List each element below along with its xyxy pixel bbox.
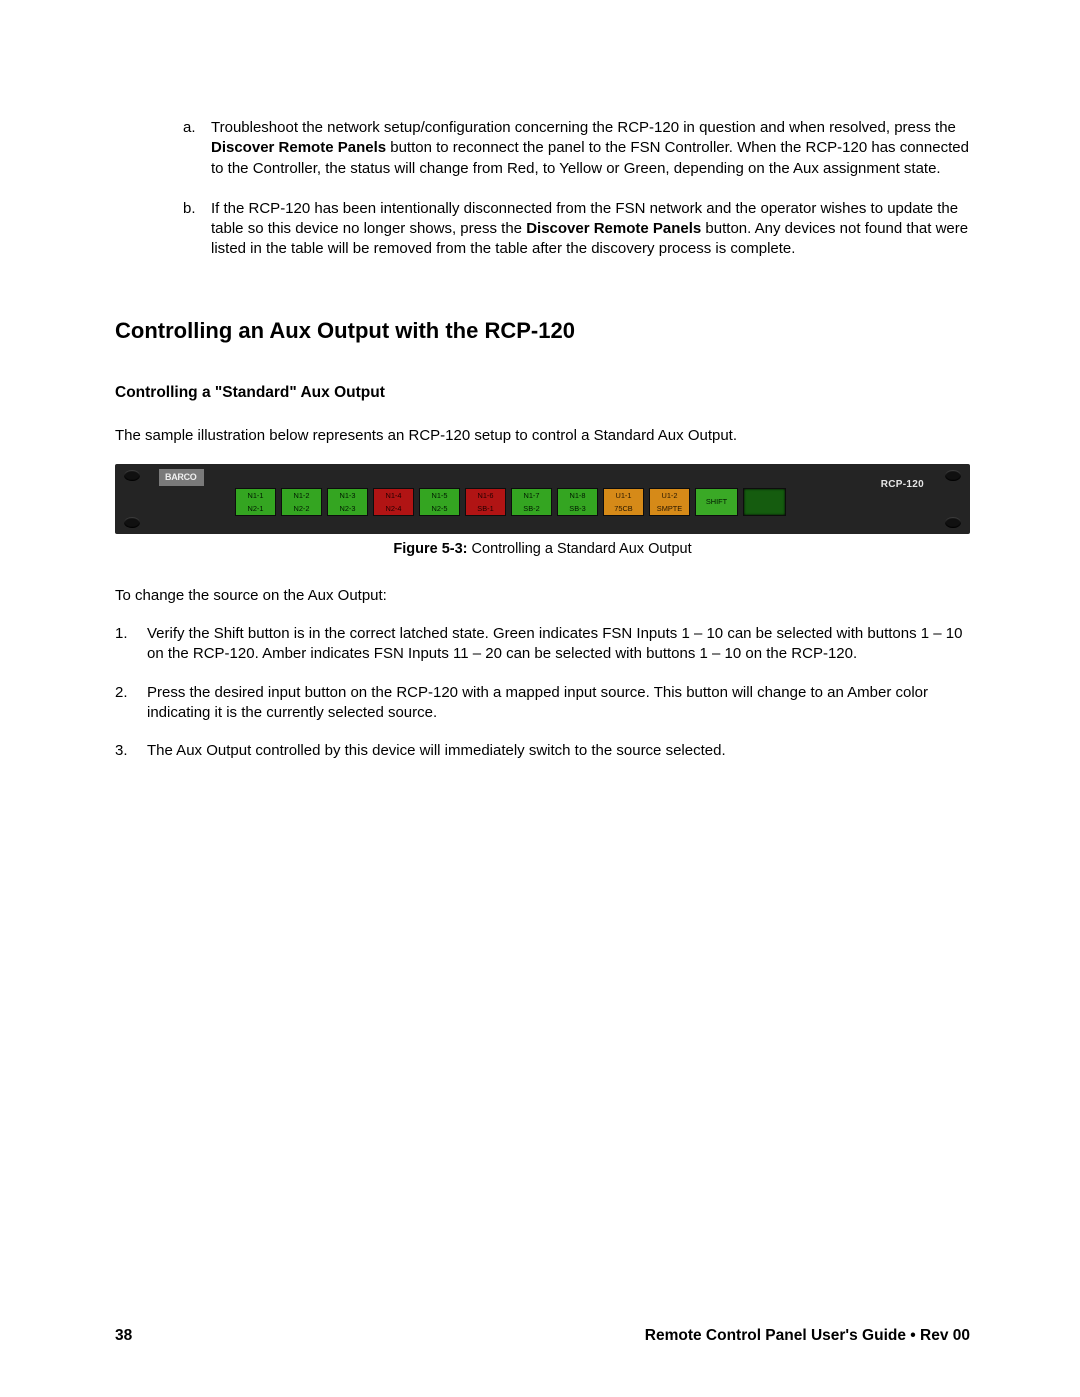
- list-item-b: b. If the RCP-120 has been intentionally…: [183, 199, 970, 260]
- figure-panel: BARCO RCP-120 N1-1N2-1N1-2N2-2N1-3N2-3N1…: [115, 464, 970, 534]
- list-item-a: a. Troubleshoot the network setup/config…: [183, 118, 970, 179]
- heading-main: Controlling an Aux Output with the RCP-1…: [115, 316, 970, 346]
- figure-label: Figure 5-3:: [393, 541, 467, 557]
- step-text: Verify the Shift button is in the correc…: [147, 624, 970, 665]
- button-bottom-label: N2-2: [282, 502, 321, 515]
- lettered-list: a. Troubleshoot the network setup/config…: [115, 118, 970, 260]
- button-top-label: N1-3: [328, 489, 367, 502]
- button-top-label: U1-1: [604, 489, 643, 502]
- numbered-steps: 1.Verify the Shift button is in the corr…: [115, 624, 970, 761]
- figure-text: Controlling a Standard Aux Output: [468, 541, 692, 557]
- button-top-label: N1-8: [558, 489, 597, 502]
- model-label: RCP-120: [881, 478, 924, 492]
- button-bottom-label: SB-3: [558, 502, 597, 515]
- button-row: N1-1N2-1N1-2N2-2N1-3N2-3N1-4N2-4N1-5N2-5…: [235, 488, 786, 516]
- panel-button: N1-1N2-1: [235, 488, 276, 516]
- bold-run: Discover Remote Panels: [526, 220, 701, 237]
- text-run: Troubleshoot the network setup/configura…: [211, 119, 956, 136]
- button-bottom-label: N2-5: [420, 502, 459, 515]
- button-bottom-label: N2-3: [328, 502, 367, 515]
- bold-run: Discover Remote Panels: [211, 139, 386, 156]
- list-marker: b.: [183, 199, 205, 260]
- rack-screw-icon: [945, 517, 961, 528]
- button-top-label: N1-5: [420, 489, 459, 502]
- rack-screw-icon: [945, 470, 961, 481]
- page-number: 38: [115, 1326, 132, 1347]
- rack-screw-icon: [124, 470, 140, 481]
- panel-button: N1-5N2-5: [419, 488, 460, 516]
- button-top-label: N1-4: [374, 489, 413, 502]
- panel-button: N1-8SB-3: [557, 488, 598, 516]
- panel-button: N1-2N2-2: [281, 488, 322, 516]
- panel-button: U1-2SMPTE: [649, 488, 690, 516]
- button-bottom-label: N2-1: [236, 502, 275, 515]
- panel-button: N1-3N2-3: [327, 488, 368, 516]
- panel-button: N1-7SB-2: [511, 488, 552, 516]
- button-top-label: N1-7: [512, 489, 551, 502]
- step-marker: 2.: [115, 683, 139, 724]
- figure-caption: Figure 5-3: Controlling a Standard Aux O…: [115, 540, 970, 560]
- blank-button: [743, 488, 786, 516]
- list-text: Troubleshoot the network setup/configura…: [211, 118, 970, 179]
- list-marker: a.: [183, 118, 205, 179]
- rcp-120-panel: BARCO RCP-120 N1-1N2-1N1-2N2-2N1-3N2-3N1…: [115, 464, 970, 534]
- step-item: 2.Press the desired input button on the …: [115, 683, 970, 724]
- button-bottom-label: N2-4: [374, 502, 413, 515]
- button-bottom-label: 75CB: [604, 502, 643, 515]
- page-footer: 38 Remote Control Panel User's Guide • R…: [115, 1326, 970, 1347]
- heading-sub: Controlling a "Standard" Aux Output: [115, 383, 970, 404]
- panel-button: N1-6SB-1: [465, 488, 506, 516]
- panel-button: N1-4N2-4: [373, 488, 414, 516]
- step-item: 3. The Aux Output controlled by this devi…: [115, 741, 970, 761]
- rack-screw-icon: [124, 517, 140, 528]
- button-top-label: N1-2: [282, 489, 321, 502]
- step-text: Press the desired input button on the RC…: [147, 683, 970, 724]
- step-marker: 3.: [115, 741, 139, 761]
- lead-in-paragraph: To change the source on the Aux Output:: [115, 586, 970, 606]
- step-text: The Aux Output controlled by this device…: [147, 741, 726, 761]
- button-top-label: N1-1: [236, 489, 275, 502]
- footer-title: Remote Control Panel User's Guide • Rev …: [645, 1326, 970, 1347]
- shift-button: SHIFT: [695, 488, 738, 516]
- brand-logo: BARCO: [159, 469, 204, 485]
- button-bottom-label: SMPTE: [650, 502, 689, 515]
- document-page: a. Troubleshoot the network setup/config…: [0, 0, 1080, 1397]
- intro-paragraph: The sample illustration below represents…: [115, 426, 970, 446]
- step-item: 1.Verify the Shift button is in the corr…: [115, 624, 970, 665]
- button-top-label: N1-6: [466, 489, 505, 502]
- button-bottom-label: SB-2: [512, 502, 551, 515]
- step-marker: 1.: [115, 624, 139, 665]
- button-top-label: U1-2: [650, 489, 689, 502]
- panel-button: U1-175CB: [603, 488, 644, 516]
- button-bottom-label: SB-1: [466, 502, 505, 515]
- list-text: If the RCP-120 has been intentionally di…: [211, 199, 970, 260]
